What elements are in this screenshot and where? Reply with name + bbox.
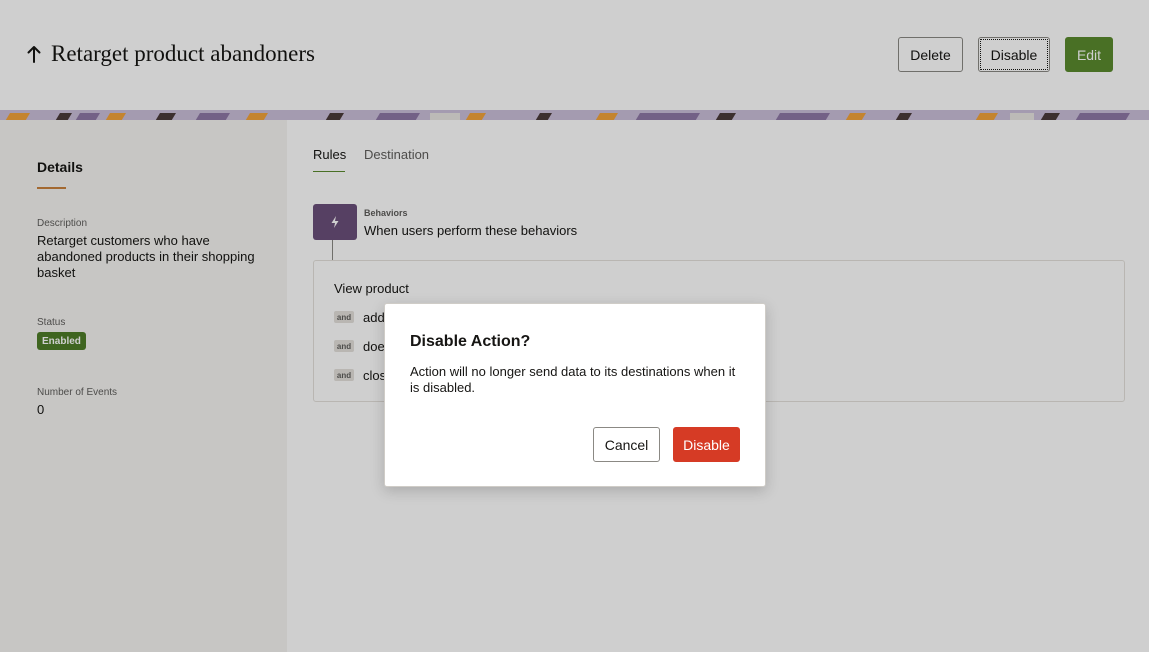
- dialog-title: Disable Action?: [410, 333, 531, 350]
- disable-action-dialog: Disable Action? Action will no longer se…: [384, 303, 766, 487]
- page: Retarget product abandoners Delete Disab…: [0, 0, 1149, 652]
- cancel-button[interactable]: Cancel: [593, 427, 660, 462]
- dialog-body: Action will no longer send data to its d…: [410, 364, 736, 395]
- confirm-disable-button[interactable]: Disable: [673, 427, 740, 462]
